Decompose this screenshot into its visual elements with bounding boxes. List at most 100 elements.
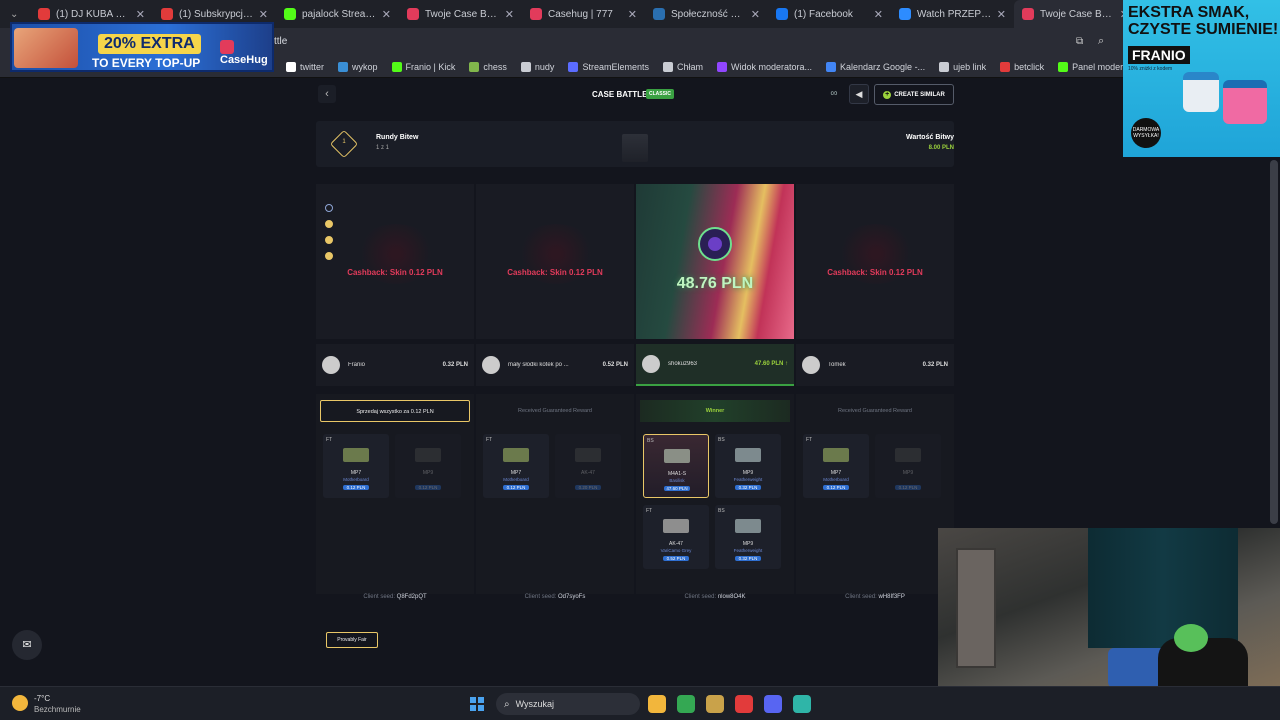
item-skin: Featherweight [733,548,763,553]
bookmark-item[interactable]: chess [469,61,507,72]
tab-label: Twoje Case Battle – W [425,8,501,20]
bookmark-favicon-icon [939,61,950,72]
bookmark-item[interactable]: Chłam [662,61,703,72]
item-card[interactable]: MP9 0.12 PLN [875,434,941,498]
webcam-curtain [1088,528,1238,648]
item-name: AK-47 [581,470,595,476]
browser-tab[interactable]: Społeczność Steam : ✕ [645,0,768,28]
file-explorer-icon[interactable] [648,695,666,713]
tab-close-icon[interactable]: ✕ [259,8,268,21]
ad-subtitle: TO EVERY TOP-UP [92,56,201,70]
status-dot-icon [325,204,333,212]
weapon-icon [415,448,441,462]
ad-banner-topup[interactable]: 20% EXTRA TO EVERY TOP-UP CaseHug [10,22,274,72]
bookmark-item[interactable]: twitter [286,61,324,72]
casehug-logo-icon [220,40,234,54]
avatar [322,356,340,374]
player-bar[interactable]: shokuz963 47.60 PLN ↑ [636,344,794,386]
reward-header: Received Guaranteed Reward [838,408,912,414]
bookmark-item[interactable]: Franio | Kick [391,61,455,72]
tab-close-icon[interactable]: ✕ [136,8,145,21]
browser-tab[interactable]: Casehug | 777 ✕ [522,0,645,28]
item-condition: FT [646,508,653,514]
item-condition: FT [326,437,333,443]
tab-close-icon[interactable]: ✕ [997,8,1006,21]
provably-fair-button[interactable]: Provably Fair [326,632,378,648]
bookmark-item[interactable]: nudy [520,61,554,72]
client-seed-value: Od7syoFs [558,594,586,600]
item-skin: Basilisk [669,478,685,483]
rewards-panel: Received Guaranteed Reward FT MP7 Motherboa… [476,394,634,594]
link-icon[interactable]: ∞ [826,88,842,102]
player-bar[interactable]: mały słodki kotek po ... 0.52 PLN [476,344,634,386]
browser-tab[interactable]: Watch PRZEPROSINC ✕ [891,0,1014,28]
weather-temperature[interactable]: -7°C [34,694,50,703]
bookmark-item[interactable]: Kalendarz Google -... [826,61,925,72]
screenshot-app-icon[interactable] [735,695,753,713]
item-card[interactable]: FT MP7 Motherboard 0.12 PLN [323,434,389,498]
windows-start-icon[interactable] [470,697,484,711]
bookmark-item[interactable]: StreamElements [568,61,649,72]
bookmark-favicon-icon [1000,61,1011,72]
item-card[interactable]: FT MP7 Motherboard 0.12 PLN [483,434,549,498]
player-bar[interactable]: Franio 0.32 PLN [316,344,474,386]
weather-description[interactable]: Bezchmurnie [34,705,81,714]
tab-close-icon[interactable]: ✕ [382,8,391,21]
bookmark-favicon-icon [286,61,296,72]
bookmark-item[interactable]: ujeb link [939,61,986,72]
tab-close-icon[interactable]: ✕ [751,8,760,21]
edge-icon[interactable] [793,695,811,713]
tab-label: Casehug | 777 [548,8,613,20]
search-icon: ⌕ [504,698,510,710]
page-scrollbar[interactable] [1270,160,1278,524]
item-card[interactable]: BS MP9 Featherweight 0.32 PLN [715,434,781,498]
ad-tub-1 [1183,72,1219,112]
moon-weather-icon[interactable] [12,695,28,711]
item-card[interactable]: MP9 0.12 PLN [395,434,461,498]
player-bar[interactable]: Tomek 0.32 PLN [796,344,954,386]
bookmark-label: wykop [352,61,378,72]
case-thumbnail[interactable] [622,134,648,162]
chat-button[interactable]: ✉ [12,630,42,660]
winner-avatar-icon [698,227,732,261]
item-card[interactable]: BS M4A1-S Basilisk 47.60 PLN [643,434,709,498]
browser-tab[interactable]: (1) Facebook ✕ [768,0,891,28]
mode-badge: CLASSIC [646,89,674,99]
translate-icon[interactable]: ⧉ [1076,36,1083,47]
create-similar-button[interactable]: + CREATE SIMILAR [874,84,954,105]
sound-toggle-button[interactable]: ◀ [849,84,869,104]
address-text[interactable]: ttle [274,36,287,47]
weapon-icon [735,448,761,462]
item-card[interactable]: FT MP7 Motherboard 0.12 PLN [803,434,869,498]
tab-close-icon[interactable]: ✕ [874,8,883,21]
tab-close-icon[interactable]: ✕ [628,8,637,21]
battle-value-amount: 8.00 PLN [928,145,954,151]
item-card[interactable]: FT AK-47 VariCamo Grey 0.52 PLN [643,505,709,569]
taskbar-search[interactable]: ⌕ Wyszukaj [496,693,640,715]
bookmark-item[interactable]: betclick [1000,61,1044,72]
item-card[interactable]: BS MP9 Featherweight 0.32 PLN [715,505,781,569]
bookmark-item[interactable]: wykop [338,61,378,72]
browser-tab[interactable]: Twoje Case Battle – W ✕ [399,0,522,28]
bookmark-favicon-icon [716,61,727,72]
game-app-icon[interactable] [706,695,724,713]
item-skin: VariCamo Grey [660,548,692,553]
item-card[interactable]: AK-47 0.20 PLN [555,434,621,498]
reward-header: Received Guaranteed Reward [518,408,592,414]
browser-tab[interactable]: pajalock Stream - Wa ✕ [276,0,399,28]
back-button[interactable]: ‹ [318,85,336,103]
ad-snack-promo[interactable]: EKSTRA SMAK, CZYSTE SUMIENIE! FRANIO 10% … [1123,0,1280,157]
search-icon[interactable]: ⌕ [1098,35,1104,48]
chrome-icon[interactable] [677,695,695,713]
tab-close-icon[interactable]: ✕ [505,8,514,21]
player-amount: 0.32 PLN [442,362,468,368]
sell-all-button[interactable]: Sprzedaj wszystko za 0.12 PLN [320,400,470,422]
browser-tab[interactable]: Twoje Case Battle – W✕ [1014,0,1137,28]
ad-shipping-badge: DARMOWA WYSYŁKA! [1131,118,1161,148]
bookmark-favicon-icon [662,61,673,72]
bookmark-item[interactable]: Widok moderatora... [716,61,812,72]
item-name: MP9 [742,541,754,547]
bookmark-label: StreamElements [582,61,649,72]
discord-icon[interactable] [764,695,782,713]
item-name: MP7 [830,470,842,476]
